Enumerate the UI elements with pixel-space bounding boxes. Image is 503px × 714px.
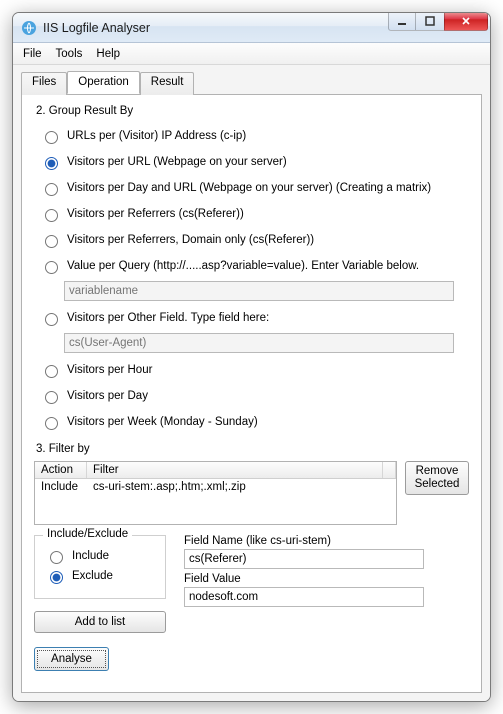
field-value-label: Field Value	[184, 573, 469, 585]
radio-visitors-per-url-input[interactable]	[45, 157, 58, 170]
radio-visitors-per-other[interactable]: Visitors per Other Field. Type field her…	[40, 309, 469, 327]
other-field-input[interactable]	[64, 333, 454, 353]
menubar: File Tools Help	[13, 43, 490, 65]
tab-result[interactable]: Result	[140, 72, 195, 95]
close-button[interactable]	[444, 12, 488, 31]
tabstrip: Files Operation Result	[21, 72, 482, 95]
col-end	[383, 462, 396, 478]
client-area: Files Operation Result 2. Group Result B…	[13, 65, 490, 701]
cell-filter: cs-uri-stem:.asp;.htm;.xml;.zip	[87, 479, 396, 495]
radio-label: Value per Query (http://.....asp?variabl…	[67, 260, 419, 272]
add-to-list-button[interactable]: Add to list	[34, 611, 166, 633]
filter-section: 3. Filter by Action Filter Include cs-ur…	[34, 443, 469, 633]
radio-visitors-per-hour[interactable]: Visitors per Hour	[40, 361, 469, 379]
group-by-heading: 2. Group Result By	[36, 105, 469, 117]
radio-label: Include	[72, 550, 109, 562]
window-controls	[388, 12, 488, 31]
maximize-button[interactable]	[416, 12, 444, 31]
radio-visitors-per-week[interactable]: Visitors per Week (Monday - Sunday)	[40, 413, 469, 431]
radio-label: URLs per (Visitor) IP Address (c-ip)	[67, 130, 246, 142]
radio-label: Visitors per Referrers, Domain only (cs(…	[67, 234, 314, 246]
radio-label: Exclude	[72, 570, 113, 582]
tab-operation[interactable]: Operation	[67, 71, 140, 94]
menu-tools[interactable]: Tools	[56, 48, 83, 60]
radio-urls-per-ip[interactable]: URLs per (Visitor) IP Address (c-ip)	[40, 127, 469, 145]
radio-label: Visitors per Day	[67, 390, 148, 402]
radio-label: Visitors per URL (Webpage on your server…	[67, 156, 287, 168]
app-icon	[21, 20, 37, 36]
radio-include[interactable]: Include	[45, 548, 155, 564]
radio-visitors-per-week-input[interactable]	[45, 417, 58, 430]
radio-visitors-per-referrers-domain-input[interactable]	[45, 235, 58, 248]
variable-name-input[interactable]	[64, 281, 454, 301]
radio-visitors-per-referrers-domain[interactable]: Visitors per Referrers, Domain only (cs(…	[40, 231, 469, 249]
app-window: IIS Logfile Analyser File Tools Help Fil…	[12, 12, 491, 702]
radio-urls-per-ip-input[interactable]	[45, 131, 58, 144]
radio-visitors-per-day-input[interactable]	[45, 391, 58, 404]
radio-visitors-per-other-input[interactable]	[45, 313, 58, 326]
radio-label: Visitors per Other Field. Type field her…	[67, 312, 269, 324]
include-exclude-title: Include/Exclude	[43, 528, 132, 540]
radio-visitors-per-referrers[interactable]: Visitors per Referrers (cs(Referer))	[40, 205, 469, 223]
radio-label: Visitors per Hour	[67, 364, 152, 376]
col-action[interactable]: Action	[35, 462, 87, 478]
tab-page-operation: 2. Group Result By URLs per (Visitor) IP…	[21, 94, 482, 693]
radio-label: Visitors per Day and URL (Webpage on you…	[67, 182, 431, 194]
radio-exclude-input[interactable]	[50, 571, 63, 584]
titlebar: IIS Logfile Analyser	[13, 13, 490, 43]
menu-help[interactable]: Help	[96, 48, 120, 60]
remove-selected-button[interactable]: Remove Selected	[405, 461, 469, 495]
radio-include-input[interactable]	[50, 551, 63, 564]
window-title: IIS Logfile Analyser	[43, 21, 388, 35]
analyse-button[interactable]: Analyse	[34, 647, 109, 671]
field-name-label: Field Name (like cs-uri-stem)	[184, 535, 469, 547]
radio-value-per-query-input[interactable]	[45, 261, 58, 274]
col-filter[interactable]: Filter	[87, 462, 383, 478]
filter-table[interactable]: Action Filter Include cs-uri-stem:.asp;.…	[34, 461, 397, 525]
minimize-button[interactable]	[388, 12, 416, 31]
radio-visitors-per-url[interactable]: Visitors per URL (Webpage on your server…	[40, 153, 469, 171]
cell-action: Include	[35, 479, 87, 495]
radio-label: Visitors per Referrers (cs(Referer))	[67, 208, 244, 220]
radio-value-per-query[interactable]: Value per Query (http://.....asp?variabl…	[40, 257, 469, 275]
table-row[interactable]: Include cs-uri-stem:.asp;.htm;.xml;.zip	[35, 479, 396, 495]
filter-heading: 3. Filter by	[36, 443, 469, 455]
radio-visitors-per-day-url-input[interactable]	[45, 183, 58, 196]
filter-table-header: Action Filter	[35, 462, 396, 479]
field-value-input[interactable]	[184, 587, 424, 607]
menu-file[interactable]: File	[23, 48, 42, 60]
include-exclude-group: Include/Exclude Include Exclude	[34, 535, 166, 599]
radio-label: Visitors per Week (Monday - Sunday)	[67, 416, 258, 428]
radio-visitors-per-hour-input[interactable]	[45, 365, 58, 378]
radio-exclude[interactable]: Exclude	[45, 568, 155, 584]
radio-visitors-per-day[interactable]: Visitors per Day	[40, 387, 469, 405]
field-name-input[interactable]	[184, 549, 424, 569]
radio-visitors-per-referrers-input[interactable]	[45, 209, 58, 222]
tab-files[interactable]: Files	[21, 72, 67, 95]
radio-visitors-per-day-url[interactable]: Visitors per Day and URL (Webpage on you…	[40, 179, 469, 197]
